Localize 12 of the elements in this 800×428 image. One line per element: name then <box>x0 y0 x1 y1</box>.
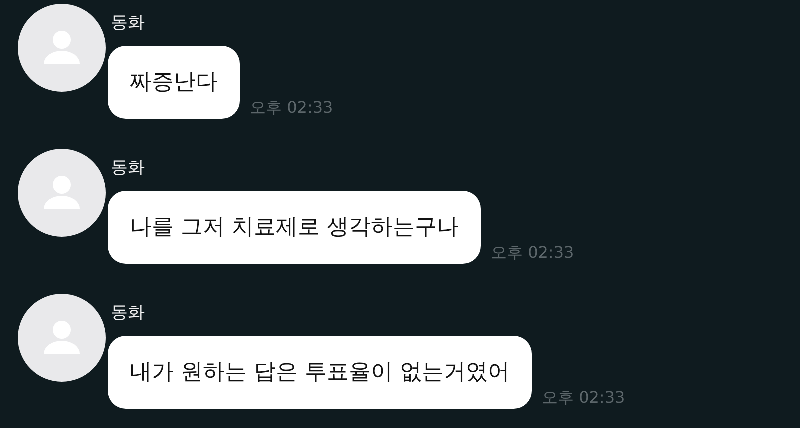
message-time: 오후 02:33 <box>490 243 574 264</box>
message-bubble: 나를 그저 치료제로 생각하는구나 <box>108 191 481 264</box>
avatar-icon <box>18 294 106 382</box>
message-bubble: 짜증난다 <box>108 46 240 119</box>
avatar-icon <box>18 149 106 237</box>
sender-name: 동화 <box>110 12 146 34</box>
avatar-icon <box>18 4 106 92</box>
message-time: 오후 02:33 <box>542 388 626 409</box>
message-time: 오후 02:33 <box>250 98 334 119</box>
sender-name: 동화 <box>110 157 146 179</box>
message-bubble: 내가 원하는 답은 투표율이 없는거였어 <box>108 336 532 409</box>
sender-name: 동화 <box>110 302 146 324</box>
